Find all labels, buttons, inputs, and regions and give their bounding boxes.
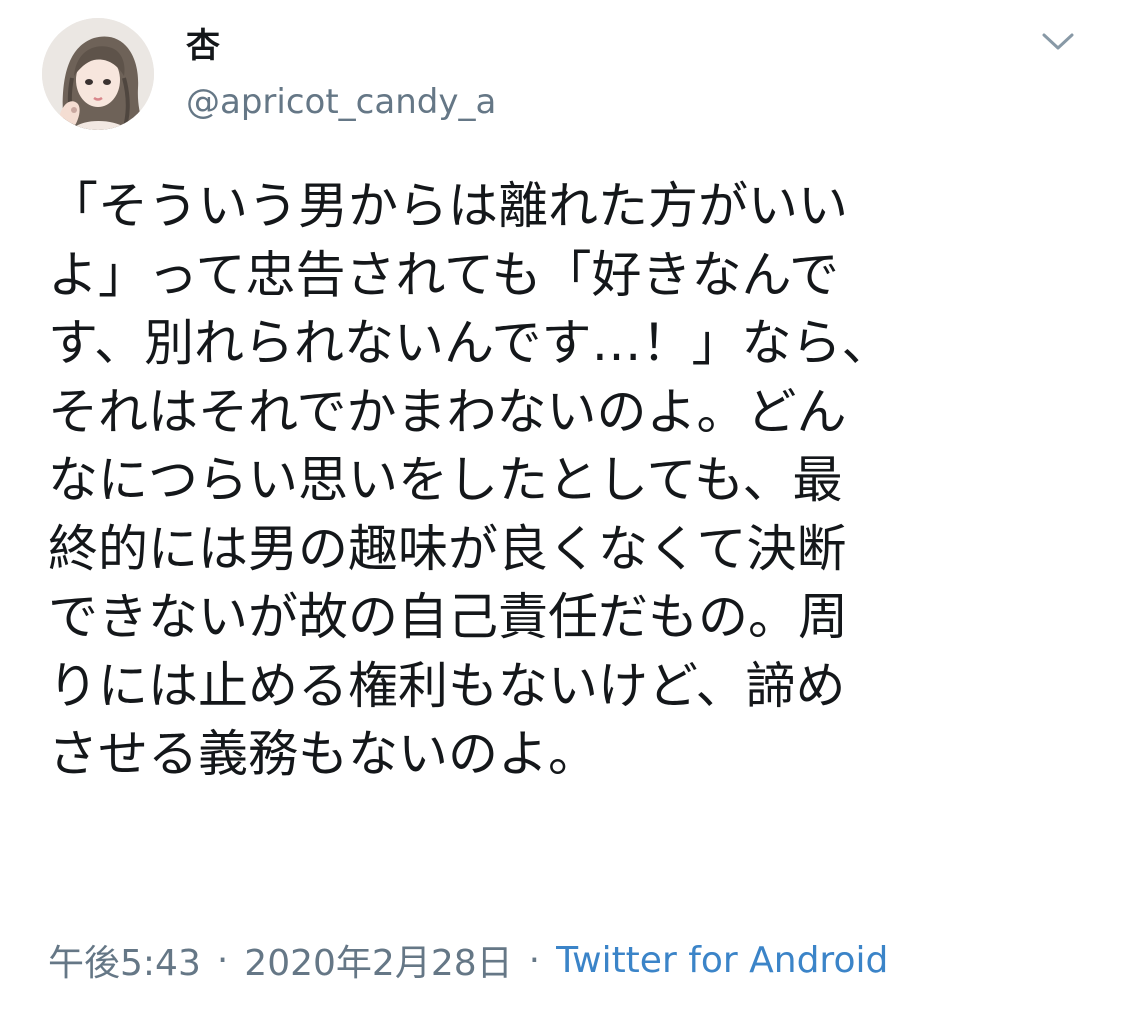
avatar[interactable] bbox=[42, 18, 154, 130]
tweet-date[interactable]: 2020年2月28日 bbox=[244, 934, 512, 986]
meta-separator: · bbox=[528, 939, 541, 981]
tweet-source-link[interactable]: Twitter for Android bbox=[556, 940, 888, 981]
tweet-meta: 午後5:43 · 2020年2月28日 · Twitter for Androi… bbox=[48, 934, 888, 986]
display-name[interactable]: 杏 bbox=[186, 24, 220, 68]
tweet-time[interactable]: 午後5:43 bbox=[48, 934, 201, 986]
tweet-card: 杏 @apricot_candy_a 「そういう男からは離れた方がいい よ」って… bbox=[0, 0, 1124, 1014]
meta-separator: · bbox=[216, 939, 229, 981]
user-handle[interactable]: @apricot_candy_a bbox=[186, 80, 496, 124]
tweet-text: 「そういう男からは離れた方がいい よ」って忠告されても「好きなんで す、別れられ… bbox=[48, 177, 892, 783]
more-options-button[interactable] bbox=[1036, 26, 1080, 58]
avatar-illustration-icon bbox=[42, 18, 154, 130]
chevron-down-icon bbox=[1042, 33, 1074, 50]
